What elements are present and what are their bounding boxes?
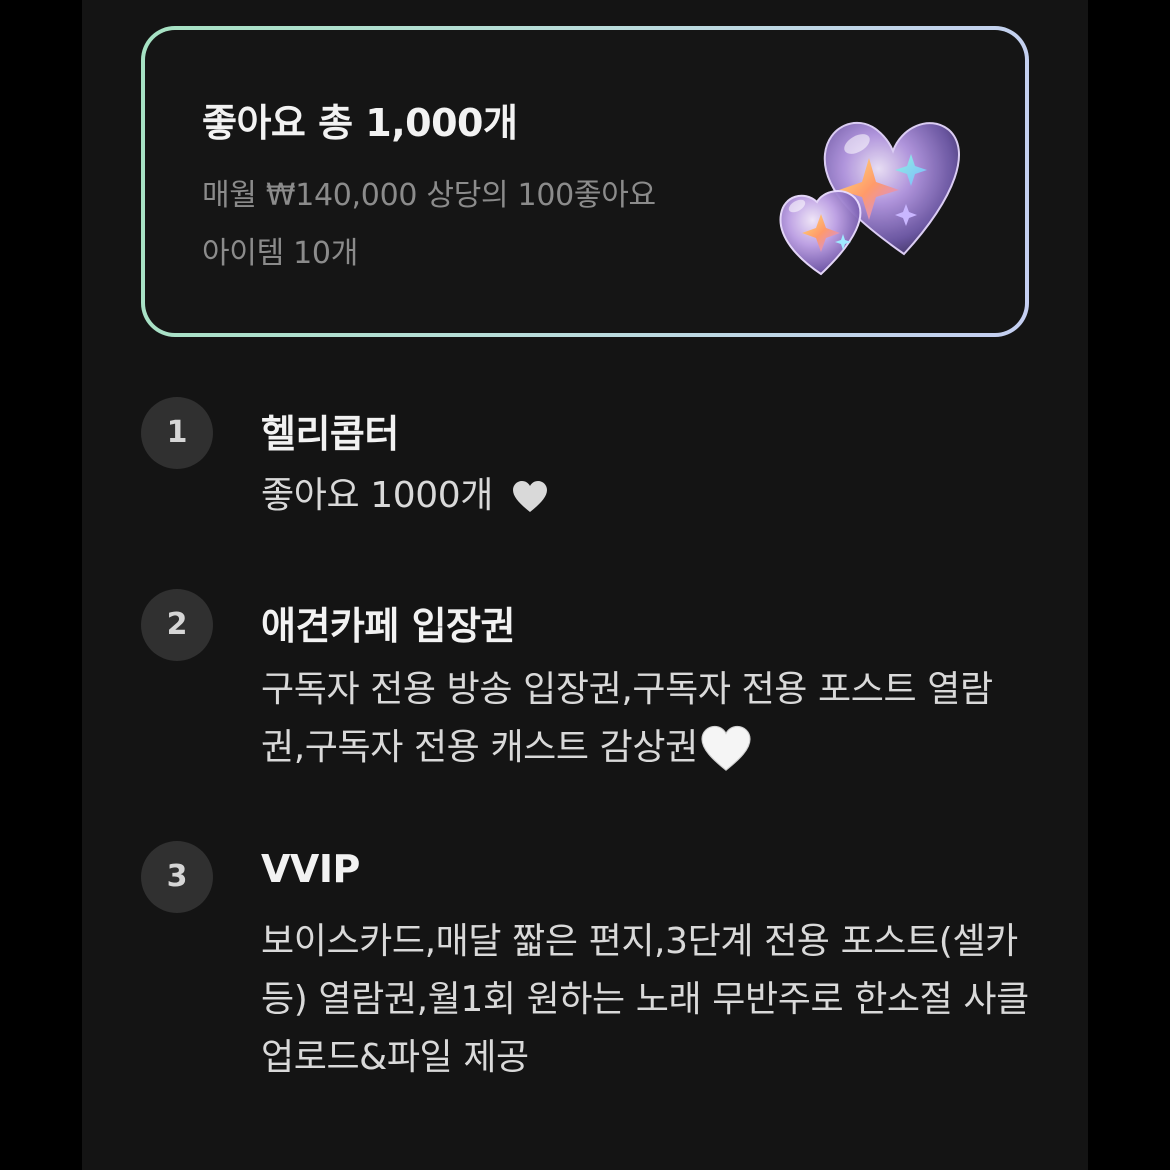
tier-item-2: 2 애견카페 입장권 구독자 전용 방송 입장권,구독자 전용 포스트 열람권,… bbox=[141, 589, 1031, 789]
tier-title: 애견카페 입장권 bbox=[261, 604, 515, 648]
tier-description-text: 좋아요 1000개 bbox=[261, 475, 493, 516]
tier-number-badge: 3 bbox=[141, 841, 213, 913]
tier-description: 보이스카드,매달 짧은 편지,3단계 전용 포스트(셀카 등) 열람권,월1회 … bbox=[261, 913, 1031, 1087]
tier-item-3: 3 VVIP 보이스카드,매달 짧은 편지,3단계 전용 포스트(셀카 등) 열… bbox=[141, 841, 1031, 1101]
card-title: 좋아요 총 1,000개 bbox=[202, 101, 518, 145]
tier-number-badge: 1 bbox=[141, 397, 213, 469]
tier-title: VVIP bbox=[261, 847, 360, 891]
tier-description-text: 구독자 전용 방송 입장권,구독자 전용 포스트 열람권,구독자 전용 캐스트 … bbox=[261, 669, 993, 768]
tier-item-1: 1 헬리콥터 좋아요 1000개 bbox=[141, 397, 1031, 537]
white-heart-icon bbox=[513, 481, 547, 512]
tier-description: 구독자 전용 방송 입장권,구독자 전용 포스트 열람권,구독자 전용 캐스트 … bbox=[261, 661, 1031, 777]
card-subtitle-line2: 아이템 10개 bbox=[202, 236, 359, 271]
screen: 좋아요 총 1,000개 매월 ₩140,000 상당의 100좋아요 아이템 … bbox=[0, 0, 1170, 1170]
card-subtitle-line1: 매월 ₩140,000 상당의 100좋아요 bbox=[202, 178, 656, 213]
likes-summary-card-body: 좋아요 총 1,000개 매월 ₩140,000 상당의 100좋아요 아이템 … bbox=[145, 30, 1025, 333]
white-heart-icon bbox=[701, 725, 751, 771]
sparkle-hearts-icon bbox=[779, 121, 960, 276]
tier-description-text: 보이스카드,매달 짧은 편지,3단계 전용 포스트(셀카 등) 열람권,월1회 … bbox=[261, 921, 1029, 1078]
tier-title: 헬리콥터 bbox=[261, 412, 399, 456]
tier-description: 좋아요 1000개 bbox=[261, 467, 1031, 525]
likes-summary-card[interactable]: 좋아요 총 1,000개 매월 ₩140,000 상당의 100좋아요 아이템 … bbox=[141, 26, 1029, 337]
tier-number-badge: 2 bbox=[141, 589, 213, 661]
